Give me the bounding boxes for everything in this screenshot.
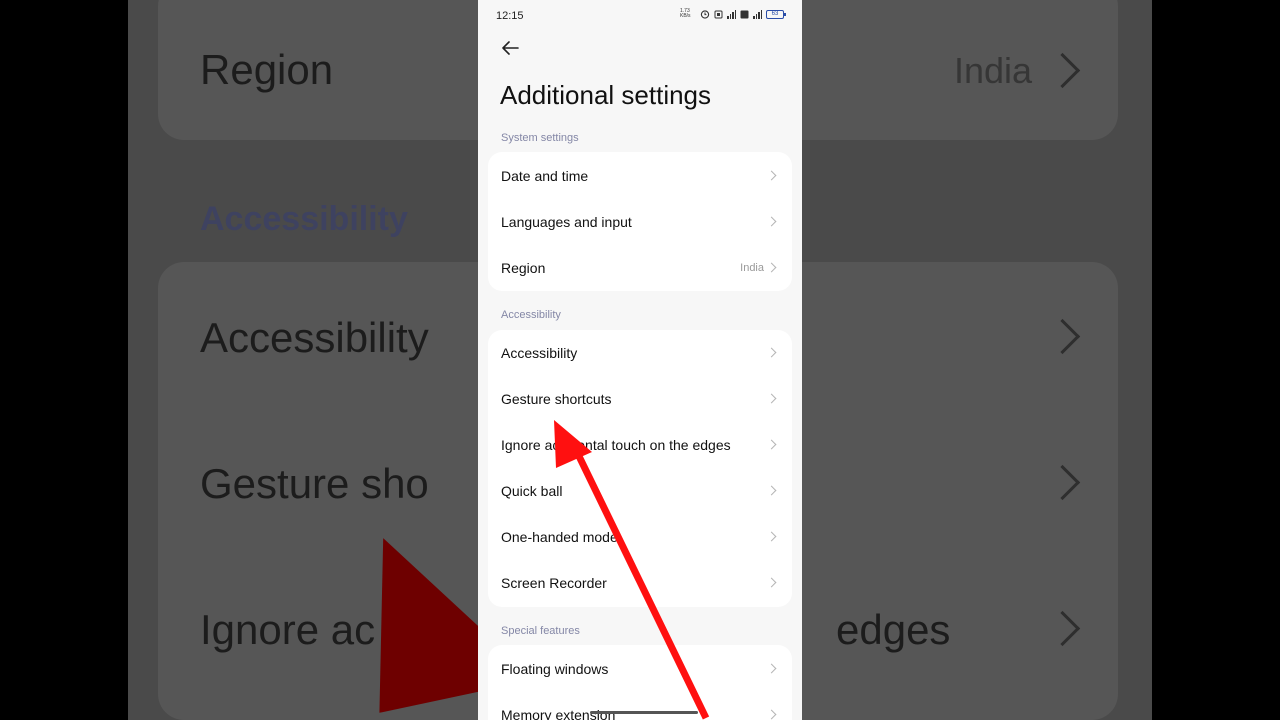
backdrop-accessibility-label: Accessibility — [200, 314, 429, 361]
setting-row-gesture-shortcuts[interactable]: Gesture shortcuts — [488, 376, 792, 422]
backdrop-edges-label: edges — [836, 606, 951, 653]
setting-label: Region — [501, 260, 546, 276]
status-bar: 12:15 1.73 KB/s 63 — [478, 0, 802, 32]
settings-card-accessibility: Accessibility Gesture shortcuts Ignore a… — [488, 330, 792, 607]
backdrop-section-label: Accessibility — [200, 200, 408, 238]
status-time: 12:15 — [496, 10, 524, 22]
backdrop-region-value: India — [954, 50, 1033, 91]
chevron-right-icon — [766, 577, 777, 588]
setting-label: One-handed mode — [501, 529, 618, 545]
battery-icon: 63 — [766, 9, 786, 19]
setting-row-one-handed-mode[interactable]: One-handed mode — [488, 514, 792, 560]
setting-row-accessibility[interactable]: Accessibility — [488, 330, 792, 376]
setting-value: India — [740, 262, 764, 274]
setting-label: Gesture shortcuts — [501, 391, 612, 407]
signal-icon — [753, 9, 762, 19]
setting-row-languages-and-input[interactable]: Languages and input — [488, 199, 792, 245]
chevron-right-icon — [766, 709, 777, 720]
net-speed: 1.73 KB/s — [680, 8, 691, 19]
setting-label: Languages and input — [501, 214, 632, 230]
settings-card-special-features: Floating windows Memory extension — [488, 645, 792, 720]
settings-card-system: Date and time Languages and input Region… — [488, 152, 792, 291]
status-icons: 1.73 KB/s 63 — [680, 8, 786, 19]
setting-row-quick-ball[interactable]: Quick ball — [488, 468, 792, 514]
signal-5g-icon — [727, 9, 736, 19]
section-label-special-features: Special features — [501, 625, 580, 637]
setting-label: Ignore accidental touch on the edges — [501, 437, 731, 453]
chevron-right-icon — [766, 170, 777, 181]
chevron-right-icon — [766, 347, 777, 358]
chevron-right-icon — [766, 393, 777, 404]
setting-label: Screen Recorder — [501, 575, 607, 591]
alarm-icon — [700, 10, 710, 19]
backdrop-ignore-label: Ignore ac — [200, 606, 376, 653]
setting-row-date-and-time[interactable]: Date and time — [488, 153, 792, 199]
chevron-right-icon — [766, 439, 777, 450]
setting-row-ignore-accidental-touch[interactable]: Ignore accidental touch on the edges — [488, 422, 792, 468]
home-indicator — [590, 711, 698, 714]
chevron-right-icon — [766, 485, 777, 496]
volte-icon — [740, 10, 749, 18]
setting-label: Floating windows — [501, 661, 609, 677]
setting-label: Date and time — [501, 168, 589, 184]
chevron-right-icon — [766, 262, 777, 273]
setting-row-screen-recorder[interactable]: Screen Recorder — [488, 560, 792, 606]
sim-icon — [714, 10, 723, 18]
phone-screen: 12:15 1.73 KB/s 63 Additional settings S… — [478, 0, 802, 720]
battery-level: 63 — [771, 10, 779, 17]
section-label-system-settings: System settings — [501, 132, 579, 144]
backdrop-gesture-label: Gesture sho — [200, 460, 429, 507]
back-button[interactable] — [500, 40, 524, 60]
back-arrow-icon — [502, 41, 519, 55]
section-label-accessibility: Accessibility — [501, 309, 561, 321]
chevron-right-icon — [766, 216, 777, 227]
setting-row-memory-extension[interactable]: Memory extension — [488, 692, 792, 720]
page-title: Additional settings — [500, 80, 712, 110]
setting-label: Quick ball — [501, 483, 563, 499]
setting-row-floating-windows[interactable]: Floating windows — [488, 646, 792, 692]
chevron-right-icon — [766, 531, 777, 542]
backdrop-region-label: Region — [200, 46, 334, 93]
setting-label: Accessibility — [501, 345, 578, 361]
chevron-right-icon — [766, 663, 777, 674]
setting-row-region[interactable]: Region India — [488, 245, 792, 291]
